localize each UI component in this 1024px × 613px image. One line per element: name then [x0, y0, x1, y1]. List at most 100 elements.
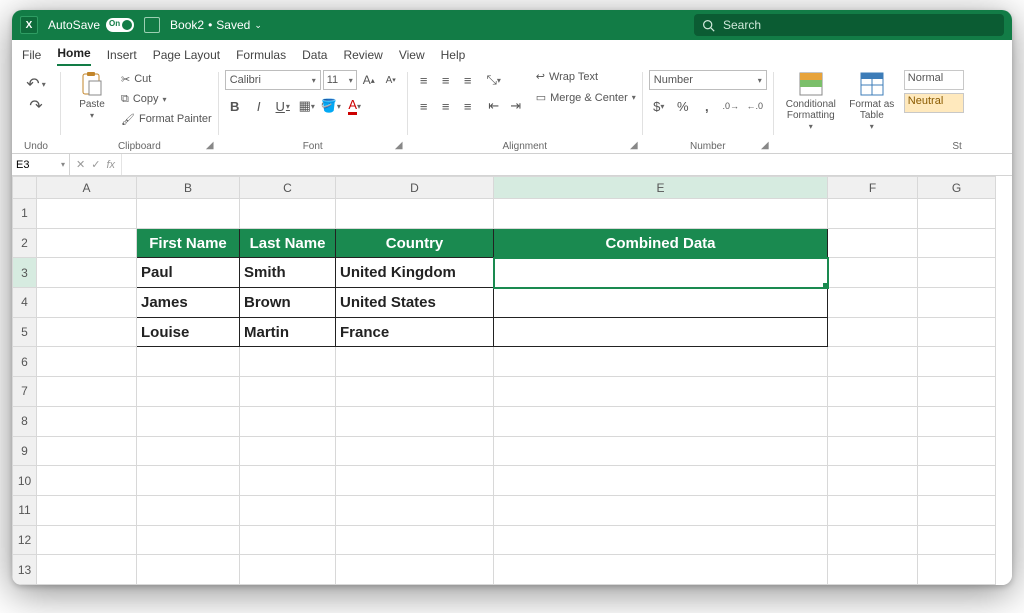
- cell[interactable]: [918, 258, 996, 288]
- cell[interactable]: [137, 406, 240, 436]
- cell-combined[interactable]: [494, 317, 828, 347]
- tab-file[interactable]: File: [22, 48, 41, 66]
- conditional-formatting-button[interactable]: Conditional Formatting▾: [780, 70, 842, 131]
- cell[interactable]: [494, 555, 828, 585]
- cell[interactable]: [828, 377, 918, 407]
- cell[interactable]: [828, 228, 918, 258]
- filename-dropdown[interactable]: Book2 • Saved ⌄: [170, 18, 262, 32]
- cell[interactable]: [918, 347, 996, 377]
- cell[interactable]: [828, 466, 918, 496]
- cell[interactable]: [828, 258, 918, 288]
- cell[interactable]: [918, 228, 996, 258]
- cell[interactable]: [828, 525, 918, 555]
- font-color-button[interactable]: A▾: [345, 96, 365, 116]
- row-header[interactable]: 11: [13, 495, 37, 525]
- tab-insert[interactable]: Insert: [107, 48, 137, 66]
- cell[interactable]: [37, 555, 137, 585]
- copy-button[interactable]: ⧉Copy▾: [121, 90, 212, 108]
- align-right-button[interactable]: ≡: [458, 96, 478, 116]
- cell[interactable]: [828, 495, 918, 525]
- row-header[interactable]: 6: [13, 347, 37, 377]
- row-header[interactable]: 5: [13, 317, 37, 347]
- align-bottom-button[interactable]: ≡: [458, 70, 478, 90]
- cell-country[interactable]: United States: [336, 288, 494, 318]
- cell[interactable]: [336, 406, 494, 436]
- cell[interactable]: [37, 466, 137, 496]
- cell[interactable]: [137, 347, 240, 377]
- cell-country[interactable]: United Kingdom: [336, 258, 494, 288]
- font-name-select[interactable]: Calibri▾: [225, 70, 321, 90]
- undo-button[interactable]: ↶▾: [26, 74, 45, 94]
- accounting-format-button[interactable]: $▾: [649, 96, 669, 116]
- cell[interactable]: [828, 347, 918, 377]
- table-header-first-name[interactable]: First Name: [137, 228, 240, 258]
- font-dialog-launcher[interactable]: ◢: [393, 139, 405, 151]
- cell[interactable]: [828, 406, 918, 436]
- cell-style-normal[interactable]: Normal: [904, 70, 964, 90]
- cell[interactable]: [918, 199, 996, 229]
- cell[interactable]: [137, 436, 240, 466]
- table-header-combined[interactable]: Combined Data: [494, 228, 828, 258]
- wrap-text-button[interactable]: ↩Wrap Text: [536, 70, 636, 83]
- increase-decimal-button[interactable]: .0→: [721, 96, 741, 116]
- cell[interactable]: [240, 436, 336, 466]
- cell[interactable]: [828, 436, 918, 466]
- formula-input[interactable]: [122, 154, 1012, 175]
- cell[interactable]: [918, 377, 996, 407]
- row-header[interactable]: 1: [13, 199, 37, 229]
- cell[interactable]: [37, 347, 137, 377]
- tab-home[interactable]: Home: [57, 46, 90, 66]
- tab-formulas[interactable]: Formulas: [236, 48, 286, 66]
- increase-font-button[interactable]: A▴: [359, 70, 379, 90]
- col-header-G[interactable]: G: [918, 177, 996, 199]
- col-header-B[interactable]: B: [137, 177, 240, 199]
- number-dialog-launcher[interactable]: ◢: [759, 139, 771, 151]
- tab-review[interactable]: Review: [343, 48, 382, 66]
- number-format-select[interactable]: Number▾: [649, 70, 767, 90]
- cell[interactable]: [37, 525, 137, 555]
- cell[interactable]: [37, 228, 137, 258]
- toggle-switch[interactable]: On: [106, 18, 134, 32]
- cell-last-name[interactable]: Brown: [240, 288, 336, 318]
- font-size-select[interactable]: 11▾: [323, 70, 357, 90]
- cell[interactable]: [918, 317, 996, 347]
- table-header-country[interactable]: Country: [336, 228, 494, 258]
- cell[interactable]: [240, 555, 336, 585]
- align-top-button[interactable]: ≡: [414, 70, 434, 90]
- cell-style-neutral[interactable]: Neutral: [904, 93, 964, 113]
- cell[interactable]: [137, 555, 240, 585]
- cell[interactable]: [37, 317, 137, 347]
- cell[interactable]: [137, 199, 240, 229]
- fill-color-button[interactable]: 🪣▾: [321, 96, 341, 116]
- row-header[interactable]: 9: [13, 436, 37, 466]
- cell[interactable]: [37, 436, 137, 466]
- cell[interactable]: [918, 436, 996, 466]
- align-center-button[interactable]: ≡: [436, 96, 456, 116]
- cell[interactable]: [240, 199, 336, 229]
- cell[interactable]: [828, 288, 918, 318]
- col-header-E[interactable]: E: [494, 177, 828, 199]
- cell[interactable]: [37, 406, 137, 436]
- select-all-corner[interactable]: [13, 177, 37, 199]
- save-icon[interactable]: [144, 17, 160, 33]
- row-header[interactable]: 13: [13, 555, 37, 585]
- decrease-decimal-button[interactable]: ←.0: [745, 96, 765, 116]
- format-as-table-button[interactable]: Format as Table▾: [846, 70, 898, 131]
- cell[interactable]: [828, 555, 918, 585]
- italic-button[interactable]: I: [249, 96, 269, 116]
- cell[interactable]: [494, 347, 828, 377]
- cancel-formula-icon[interactable]: ✕: [76, 158, 85, 171]
- cell[interactable]: [240, 347, 336, 377]
- bold-button[interactable]: B: [225, 96, 245, 116]
- row-header[interactable]: 12: [13, 525, 37, 555]
- clipboard-dialog-launcher[interactable]: ◢: [204, 139, 216, 151]
- cell[interactable]: [240, 495, 336, 525]
- row-header[interactable]: 2: [13, 228, 37, 258]
- cell[interactable]: [918, 555, 996, 585]
- cut-button[interactable]: ✂Cut: [121, 70, 212, 88]
- cell[interactable]: [240, 466, 336, 496]
- comma-format-button[interactable]: ,: [697, 96, 717, 116]
- border-button[interactable]: ▦▾: [297, 96, 317, 116]
- cell[interactable]: [137, 377, 240, 407]
- cell[interactable]: [37, 377, 137, 407]
